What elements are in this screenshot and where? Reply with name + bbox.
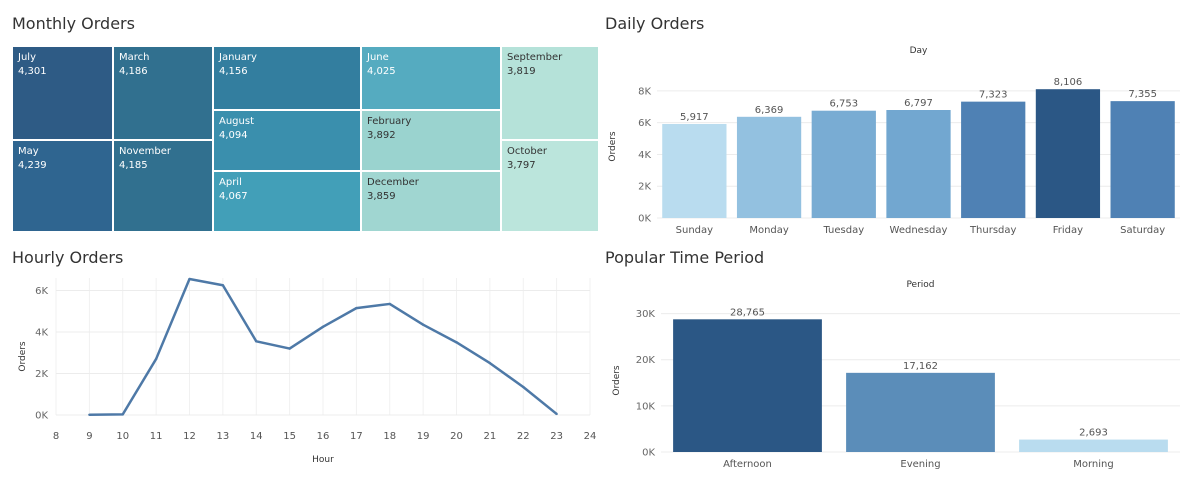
daily-bar — [811, 110, 876, 218]
hourly-ytick-label: 6K — [35, 286, 48, 297]
hourly-xtick-label: 22 — [517, 431, 530, 442]
daily-orders-chart: 0K 2K 4K 6K 8K Day Orders 5,917 Sunday 6,369 Monda… — [18, 46, 1180, 470]
daily-xtick-label: Thursday — [969, 225, 1017, 236]
hourly-xtick-label: 23 — [550, 431, 563, 442]
hourly-xtick-label: 24 — [584, 431, 597, 442]
period-ylabel: Orders — [612, 365, 622, 396]
daily-bar — [961, 101, 1026, 218]
period-bar — [673, 319, 822, 452]
period-data-label: 17,162 — [903, 361, 938, 372]
period-data-label: 28,765 — [730, 307, 765, 318]
hourly-xtick-label: 20 — [450, 431, 463, 442]
hourly-point — [288, 347, 291, 350]
hourly-xtick-label: 18 — [383, 431, 396, 442]
daily-ylabel: Orders — [608, 131, 618, 162]
daily-data-label: 7,355 — [1128, 89, 1157, 100]
hourly-xtick-label: 15 — [283, 431, 296, 442]
period-xtick-label: Afternoon — [723, 459, 772, 470]
daily-data-label: 6,797 — [904, 98, 933, 109]
daily-ytick-label: 6K — [638, 118, 651, 129]
daily-data-label: 6,369 — [755, 105, 784, 116]
hourly-point — [522, 385, 525, 389]
hourly-point — [121, 413, 124, 416]
hourly-xtick-label: 17 — [350, 431, 363, 442]
daily-xtick-label: Friday — [1053, 225, 1083, 236]
hourly-point — [321, 325, 325, 328]
daily-axis-title: Day — [910, 46, 928, 56]
hourly-point — [388, 302, 391, 306]
hourly-xtick-label: 14 — [250, 431, 263, 442]
period-bar — [846, 372, 995, 452]
hourly-ytick-label: 0K — [35, 411, 48, 422]
daily-ytick-label: 2K — [638, 182, 651, 193]
daily-ytick-label: 4K — [638, 150, 651, 161]
hourly-point — [221, 284, 225, 287]
daily-bar — [736, 116, 802, 218]
hourly-point — [455, 341, 458, 344]
period-ytick-label: 10K — [636, 401, 656, 412]
hourly-point — [555, 412, 558, 416]
hourly-ytick-label: 2K — [35, 369, 48, 380]
daily-data-label: 5,917 — [680, 112, 709, 123]
daily-xtick-label: Tuesday — [822, 225, 864, 236]
hourly-orders-title: Hourly Orders — [12, 248, 124, 267]
daily-xtick-label: Wednesday — [890, 225, 948, 236]
hourly-xtick-label: 8 — [53, 431, 59, 442]
hourly-point — [355, 306, 358, 310]
hourly-xtick-label: 19 — [417, 431, 430, 442]
daily-xtick-label: Sunday — [676, 225, 713, 236]
period-ytick-label: 20K — [636, 355, 656, 366]
hourly-point — [421, 323, 425, 326]
hourly-xlabel: Hour — [312, 455, 334, 465]
period-ytick-label: 30K — [636, 309, 656, 320]
period-xtick-label: Morning — [1073, 459, 1113, 470]
hourly-ylabel: Orders — [18, 341, 28, 372]
daily-data-label: 6,753 — [829, 99, 858, 110]
hourly-point — [488, 361, 492, 365]
hourly-xtick-label: 13 — [217, 431, 230, 442]
hourly-point — [154, 357, 158, 361]
daily-data-label: 8,106 — [1054, 77, 1083, 88]
hourly-xtick-label: 9 — [86, 431, 92, 442]
daily-bar — [886, 110, 951, 218]
daily-xtick-label: Monday — [749, 225, 789, 236]
daily-bar — [1110, 101, 1175, 218]
daily-bar — [1035, 89, 1101, 218]
period-data-label: 2,693 — [1079, 428, 1108, 439]
period-xtick-label: Evening — [900, 459, 940, 470]
daily-xtick-label: Saturday — [1120, 225, 1165, 236]
hourly-point — [255, 340, 258, 343]
period-ytick-label: 0K — [642, 448, 655, 459]
popular-time-period-title: Popular Time Period — [605, 248, 765, 267]
hourly-point — [88, 413, 91, 416]
period-axis-title: Period — [906, 280, 934, 290]
hourly-xtick-label: 12 — [183, 431, 196, 442]
period-bar — [1019, 439, 1168, 452]
hourly-point — [188, 277, 191, 281]
daily-ytick-label: 8K — [638, 86, 651, 97]
daily-ytick-label: 0K — [638, 214, 651, 225]
hourly-xtick-label: 21 — [484, 431, 497, 442]
hourly-ytick-label: 4K — [35, 327, 48, 338]
hourly-xtick-label: 10 — [116, 431, 129, 442]
hourly-xtick-label: 11 — [150, 431, 163, 442]
hourly-xtick-label: 16 — [317, 431, 330, 442]
daily-data-label: 7,323 — [979, 90, 1008, 101]
daily-bar — [662, 123, 727, 218]
